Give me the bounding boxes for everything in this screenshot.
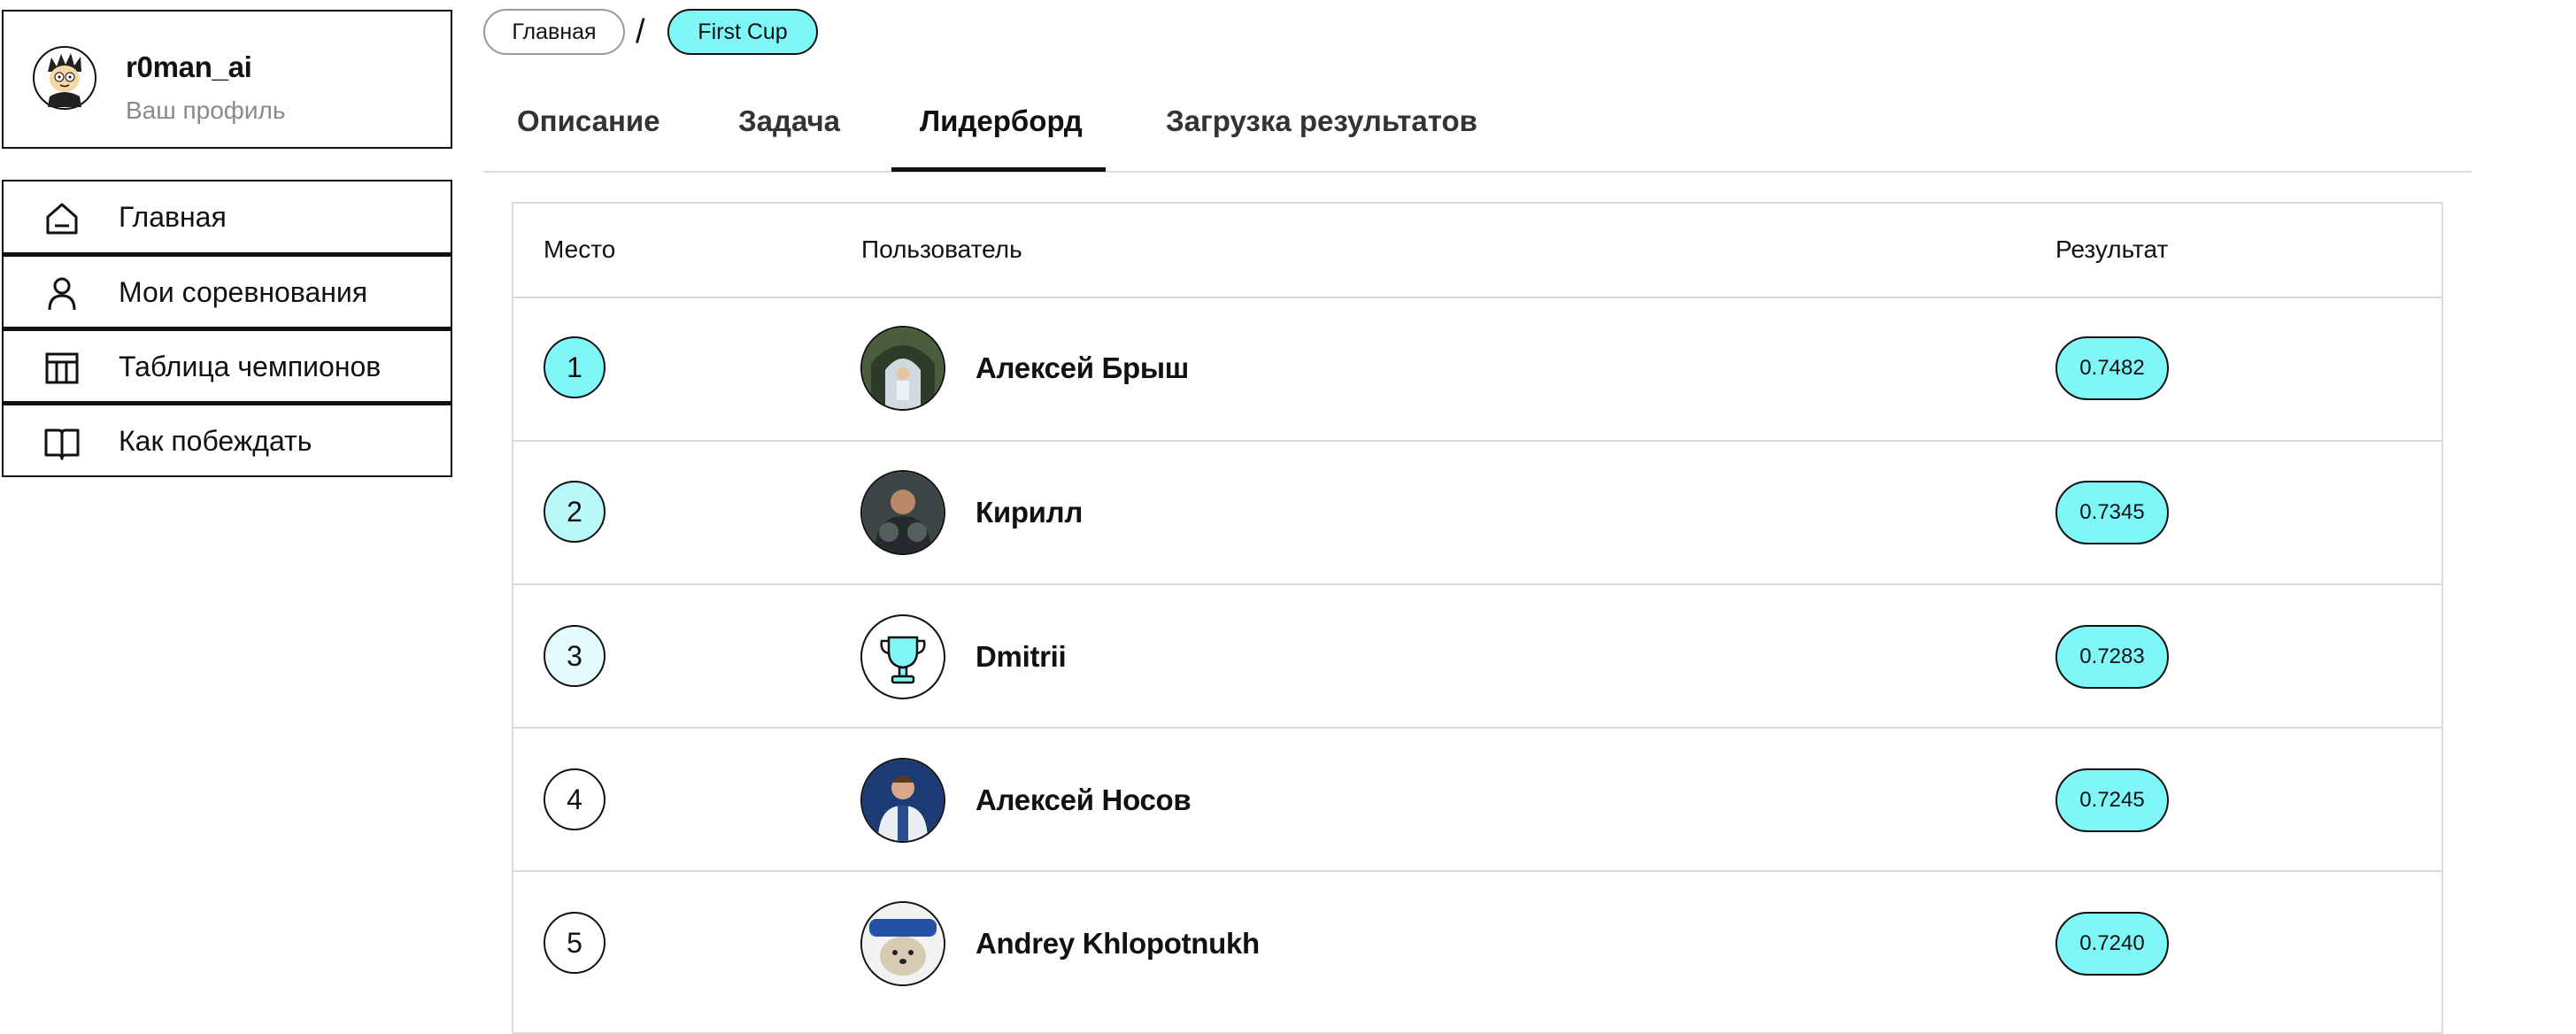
rank-badge: 3 — [544, 625, 605, 687]
breadcrumb-home[interactable]: Главная — [483, 9, 625, 55]
sidebar-item-home[interactable]: Главная — [2, 180, 452, 254]
score-badge: 0.7245 — [2055, 768, 2169, 832]
score-badge: 0.7345 — [2055, 481, 2169, 544]
user-avatar[interactable] — [860, 758, 945, 843]
rank-badge: 1 — [544, 336, 605, 398]
user-avatar[interactable] — [860, 614, 945, 699]
sidebar-item-champions-table[interactable]: Таблица чемпионов — [2, 328, 452, 403]
breadcrumb-separator: / — [636, 13, 645, 50]
user-name[interactable]: Алексей Брыш — [976, 351, 1189, 385]
user-avatar[interactable] — [860, 901, 945, 986]
user-name[interactable]: Andrey Khlopotnukh — [976, 927, 1260, 961]
breadcrumb-current[interactable]: First Cup — [667, 9, 818, 55]
row-divider — [513, 440, 2441, 442]
row-divider — [513, 870, 2441, 872]
score-badge: 0.7283 — [2055, 625, 2169, 689]
sidebar-item-how-to-win[interactable]: Как побеждать — [2, 403, 452, 477]
tab-leaderboard[interactable]: Лидерборд — [920, 104, 1083, 138]
row-divider — [513, 583, 2441, 585]
trophy-icon — [880, 636, 926, 684]
sidebar-item-label: Мои соревнования — [119, 276, 368, 308]
score-badge: 0.7240 — [2055, 912, 2169, 976]
sidebar-nav: Главная Мои соревнования Таблица чемпион… — [2, 180, 452, 477]
row-divider — [513, 297, 2441, 298]
column-header-user: Пользователь — [861, 235, 1022, 263]
table-icon — [45, 352, 79, 384]
sidebar-item-label: Как побеждать — [119, 425, 312, 457]
tab-task[interactable]: Задача — [738, 104, 840, 138]
profile-subtitle[interactable]: Ваш профиль — [126, 96, 285, 125]
profile-avatar[interactable] — [32, 45, 97, 111]
score-badge: 0.7482 — [2055, 336, 2169, 400]
profile-username: r0man_ai — [126, 50, 252, 83]
active-tab-indicator — [891, 167, 1106, 172]
home-icon — [46, 203, 78, 235]
profile-card[interactable]: r0man_ai Ваш профиль — [2, 10, 452, 149]
user-icon — [48, 277, 76, 311]
user-name[interactable]: Алексей Носов — [976, 783, 1192, 817]
user-name[interactable]: Кирилл — [976, 496, 1083, 529]
tabs-divider — [483, 171, 2472, 173]
sidebar-item-label: Таблица чемпионов — [119, 351, 382, 382]
rank-badge: 2 — [544, 481, 605, 543]
column-header-result: Результат — [2055, 235, 2169, 263]
rank-badge: 4 — [544, 768, 605, 830]
user-avatar[interactable] — [860, 470, 945, 555]
sidebar-item-my-competitions[interactable]: Мои соревнования — [2, 254, 452, 328]
sidebar-item-label: Главная — [119, 201, 227, 233]
user-avatar[interactable] — [860, 326, 945, 411]
book-icon — [44, 428, 80, 460]
tab-upload-results[interactable]: Загрузка результатов — [1166, 104, 1477, 138]
leaderboard-table — [512, 202, 2443, 1034]
row-divider — [513, 727, 2441, 729]
column-header-place: Место — [544, 235, 616, 263]
user-name[interactable]: Dmitrii — [976, 640, 1067, 674]
rank-badge: 5 — [544, 912, 605, 974]
tab-description[interactable]: Описание — [517, 104, 660, 138]
